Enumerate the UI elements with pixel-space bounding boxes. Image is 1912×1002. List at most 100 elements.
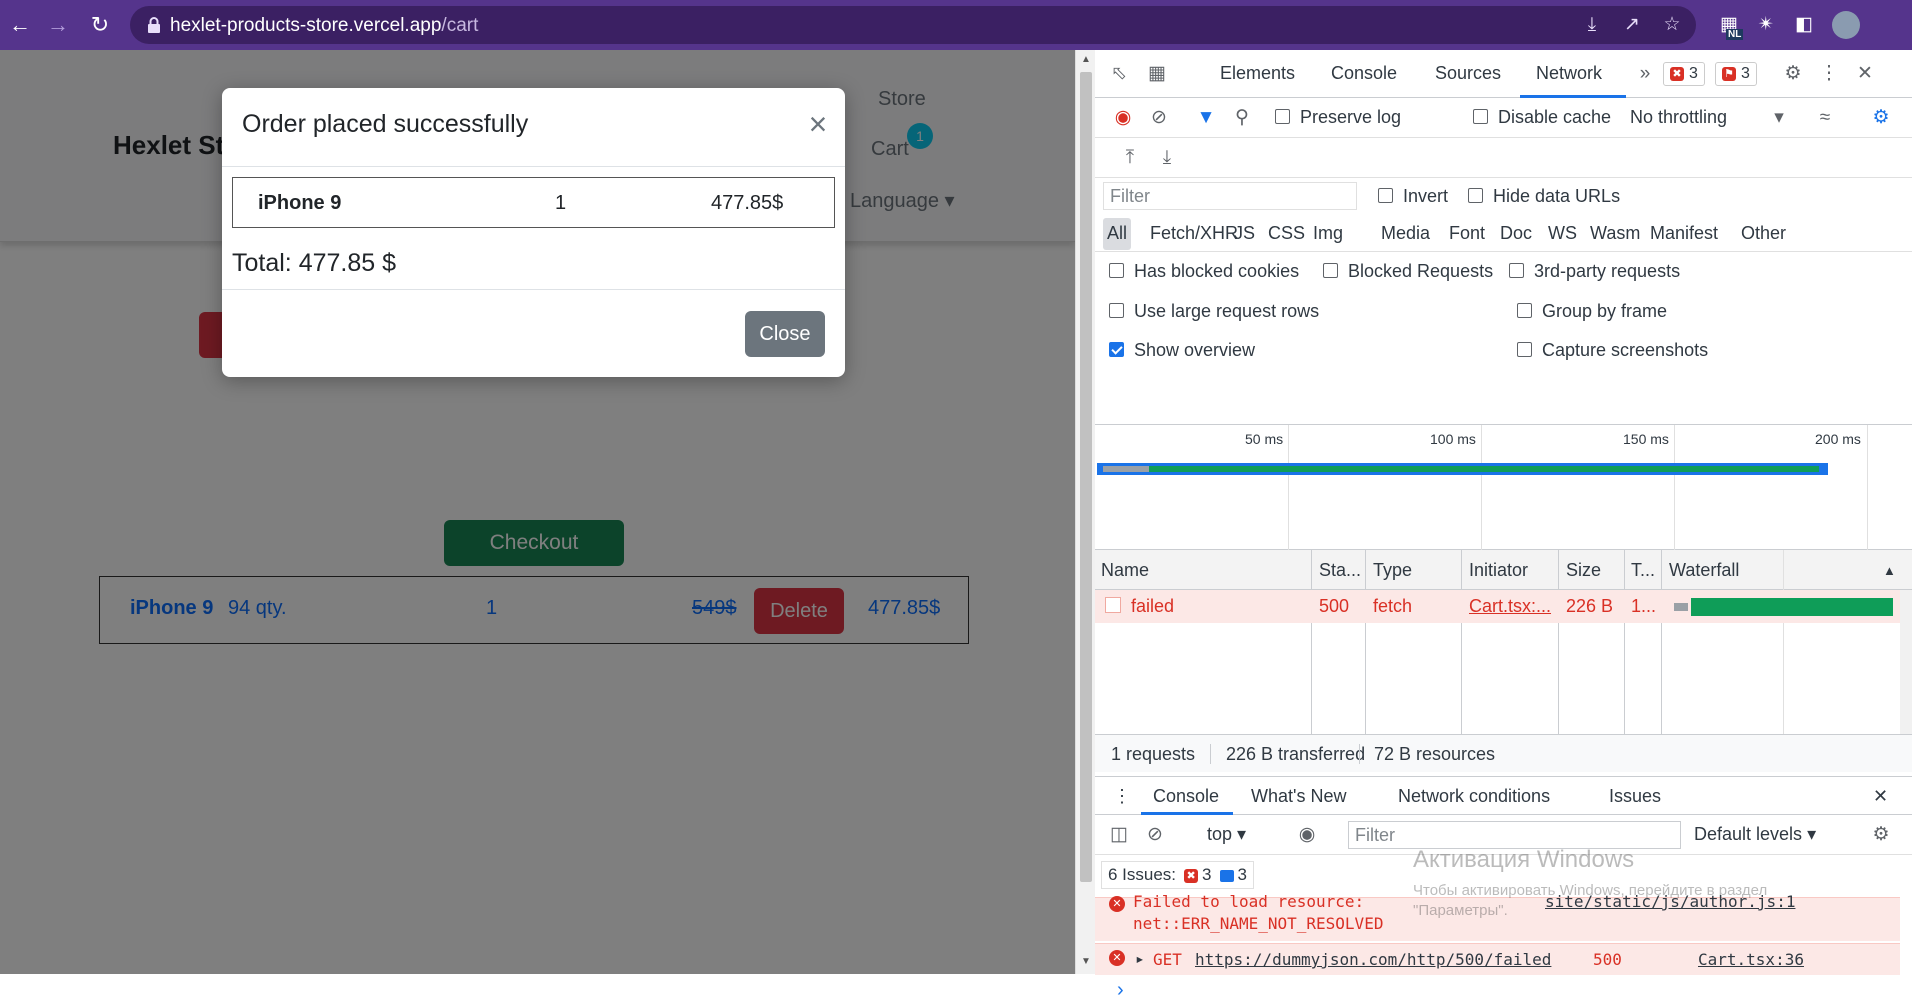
column-header-waterfall[interactable]: Waterfall xyxy=(1669,560,1739,581)
table-row[interactable]: failed 500 fetch Cart.tsx:... 226 B 1... xyxy=(1095,590,1900,623)
show-overview-checkbox[interactable]: Show overview xyxy=(1109,340,1255,361)
issues-counter[interactable]: 6 Issues: ✖ 3 3 xyxy=(1101,861,1254,889)
live-expression-eye-icon[interactable]: ◉ xyxy=(1295,823,1319,847)
tab-elements[interactable]: Elements xyxy=(1220,63,1295,84)
close-button[interactable]: Close xyxy=(745,311,825,357)
expand-arrow-icon[interactable]: ▸ xyxy=(1135,949,1145,968)
throttling-select[interactable]: No throttling xyxy=(1630,107,1727,128)
type-filter-font[interactable]: Font xyxy=(1449,223,1485,244)
tab-console[interactable]: Console xyxy=(1331,63,1397,84)
column-header-initiator[interactable]: Initiator xyxy=(1469,560,1528,581)
disable-cache-checkbox[interactable]: Disable cache xyxy=(1473,107,1611,128)
type-filter-manifest[interactable]: Manifest xyxy=(1650,223,1718,244)
console-prompt[interactable]: › xyxy=(1117,979,1124,1002)
network-filter-input[interactable]: Filter xyxy=(1103,182,1357,210)
column-header-name[interactable]: Name xyxy=(1101,560,1149,581)
column-divider[interactable] xyxy=(1558,550,1559,734)
type-filter-doc[interactable]: Doc xyxy=(1500,223,1532,244)
more-tabs-chevron-icon[interactable]: » xyxy=(1633,62,1657,86)
inspect-element-icon[interactable]: ⬁ xyxy=(1107,62,1131,86)
column-divider[interactable] xyxy=(1365,550,1366,734)
type-filter-fetch-xhr[interactable]: Fetch/XHR xyxy=(1150,223,1238,244)
install-app-icon[interactable]: ⤓ xyxy=(1580,13,1604,37)
sort-ascending-icon[interactable]: ▲ xyxy=(1883,563,1896,578)
console-settings-gear-icon[interactable]: ⚙ xyxy=(1869,823,1893,847)
network-overview-timeline[interactable]: 50 ms 100 ms 150 ms 200 ms xyxy=(1095,424,1912,551)
type-filter-other[interactable]: Other xyxy=(1741,223,1786,244)
drawer-menu-icon[interactable]: ⋮ xyxy=(1113,786,1131,807)
filter-funnel-icon[interactable]: ▼ xyxy=(1194,106,1218,130)
close-drawer-icon[interactable]: ✕ xyxy=(1873,786,1888,807)
tab-network[interactable]: Network xyxy=(1536,63,1602,84)
preserve-log-checkbox[interactable]: Preserve log xyxy=(1275,107,1401,128)
drawer-tab-network-conditions[interactable]: Network conditions xyxy=(1398,786,1550,807)
type-filter-media[interactable]: Media xyxy=(1381,223,1430,244)
invert-checkbox[interactable]: Invert xyxy=(1378,186,1448,207)
request-initiator-link[interactable]: Cart.tsx:... xyxy=(1469,596,1551,617)
log-levels-dropdown[interactable]: Default levels ▾ xyxy=(1694,824,1816,845)
type-filter-js[interactable]: JS xyxy=(1234,223,1255,244)
column-divider[interactable] xyxy=(1311,550,1312,734)
record-stop-icon[interactable]: ◉ xyxy=(1111,106,1135,130)
column-header-type[interactable]: Type xyxy=(1373,560,1412,581)
scroll-up-arrow-icon[interactable]: ▲ xyxy=(1080,54,1092,65)
type-filter-css[interactable]: CSS xyxy=(1268,223,1305,244)
column-header-time[interactable]: T... xyxy=(1631,560,1655,581)
bookmark-star-icon[interactable]: ☆ xyxy=(1660,13,1684,37)
chevron-down-icon[interactable]: ▾ xyxy=(1767,106,1791,130)
page-scrollbar[interactable]: ▲ ▼ xyxy=(1075,50,1095,974)
column-header-size[interactable]: Size xyxy=(1566,560,1601,581)
close-devtools-icon[interactable]: ✕ xyxy=(1853,62,1877,86)
large-request-rows-checkbox[interactable]: Use large request rows xyxy=(1109,301,1319,322)
network-settings-gear-icon[interactable]: ⚙ xyxy=(1869,106,1893,130)
avatar[interactable] xyxy=(1832,11,1860,39)
close-icon[interactable]: × xyxy=(802,108,834,140)
back-arrow-icon[interactable]: ← xyxy=(6,11,34,39)
type-filter-ws[interactable]: WS xyxy=(1548,223,1577,244)
type-filter-wasm[interactable]: Wasm xyxy=(1590,223,1640,244)
column-header-status[interactable]: Sta... xyxy=(1319,560,1361,581)
console-error-message[interactable]: ✕ ▸ GET https://dummyjson.com/http/500/f… xyxy=(1095,943,1900,975)
type-filter-all[interactable]: All xyxy=(1103,218,1132,250)
request-url-link[interactable]: https://dummyjson.com/http/500/failed xyxy=(1195,950,1551,969)
request-name[interactable]: failed xyxy=(1131,596,1174,617)
address-bar[interactable]: hexlet-products-store.vercel.app/cart ⤓ … xyxy=(130,6,1696,44)
settings-gear-icon[interactable]: ⚙ xyxy=(1781,62,1805,86)
drawer-tab-issues[interactable]: Issues xyxy=(1609,786,1661,807)
scrollbar-thumb[interactable] xyxy=(1080,72,1092,882)
export-har-icon[interactable]: ⤓ xyxy=(1155,146,1179,170)
scroll-down-arrow-icon[interactable]: ▼ xyxy=(1080,956,1092,967)
type-filter-img[interactable]: Img xyxy=(1313,223,1343,244)
third-party-requests-checkbox[interactable]: 3rd-party requests xyxy=(1509,261,1680,282)
drawer-tab-console[interactable]: Console xyxy=(1153,786,1219,807)
console-filter-input[interactable]: Filter xyxy=(1348,821,1681,849)
drawer-tab-whats-new[interactable]: What's New xyxy=(1251,786,1346,807)
context-selector[interactable]: top ▾ xyxy=(1207,824,1246,845)
search-icon[interactable]: ⚲ xyxy=(1230,106,1254,130)
warnings-count-badge[interactable]: ⚑ 3 xyxy=(1715,62,1757,86)
device-toolbar-icon[interactable]: ▦ xyxy=(1145,62,1169,86)
has-blocked-cookies-checkbox[interactable]: Has blocked cookies xyxy=(1109,261,1299,282)
blocked-requests-checkbox[interactable]: Blocked Requests xyxy=(1323,261,1493,282)
more-options-icon[interactable]: ⋮ xyxy=(1817,62,1841,86)
puzzle-extensions-icon[interactable]: ✴ xyxy=(1752,11,1780,39)
table-scrollbar[interactable] xyxy=(1900,590,1912,734)
column-divider[interactable] xyxy=(1661,550,1662,734)
import-har-icon[interactable]: ⤒ xyxy=(1118,146,1142,170)
sidebar-toggle-icon[interactable]: ◫ xyxy=(1107,823,1131,847)
side-panel-icon[interactable]: ◧ xyxy=(1790,11,1818,39)
clear-console-icon[interactable]: ⊘ xyxy=(1143,823,1167,847)
tab-sources[interactable]: Sources xyxy=(1435,63,1501,84)
network-conditions-wifi-icon[interactable]: ≈ xyxy=(1813,106,1837,130)
reload-icon[interactable]: ↻ xyxy=(86,11,114,39)
share-icon[interactable]: ↗ xyxy=(1620,13,1644,37)
capture-screenshots-checkbox[interactable]: Capture screenshots xyxy=(1517,340,1708,361)
column-divider[interactable] xyxy=(1461,550,1462,734)
column-divider[interactable] xyxy=(1624,550,1625,734)
forward-arrow-icon[interactable]: → xyxy=(44,11,72,39)
error-source-link[interactable]: Cart.tsx:36 xyxy=(1698,950,1804,969)
errors-count-badge[interactable]: ✖ 3 xyxy=(1663,62,1705,86)
clear-icon[interactable]: ⊘ xyxy=(1147,106,1171,130)
group-by-frame-checkbox[interactable]: Group by frame xyxy=(1517,301,1667,322)
hide-data-urls-checkbox[interactable]: Hide data URLs xyxy=(1468,186,1620,207)
